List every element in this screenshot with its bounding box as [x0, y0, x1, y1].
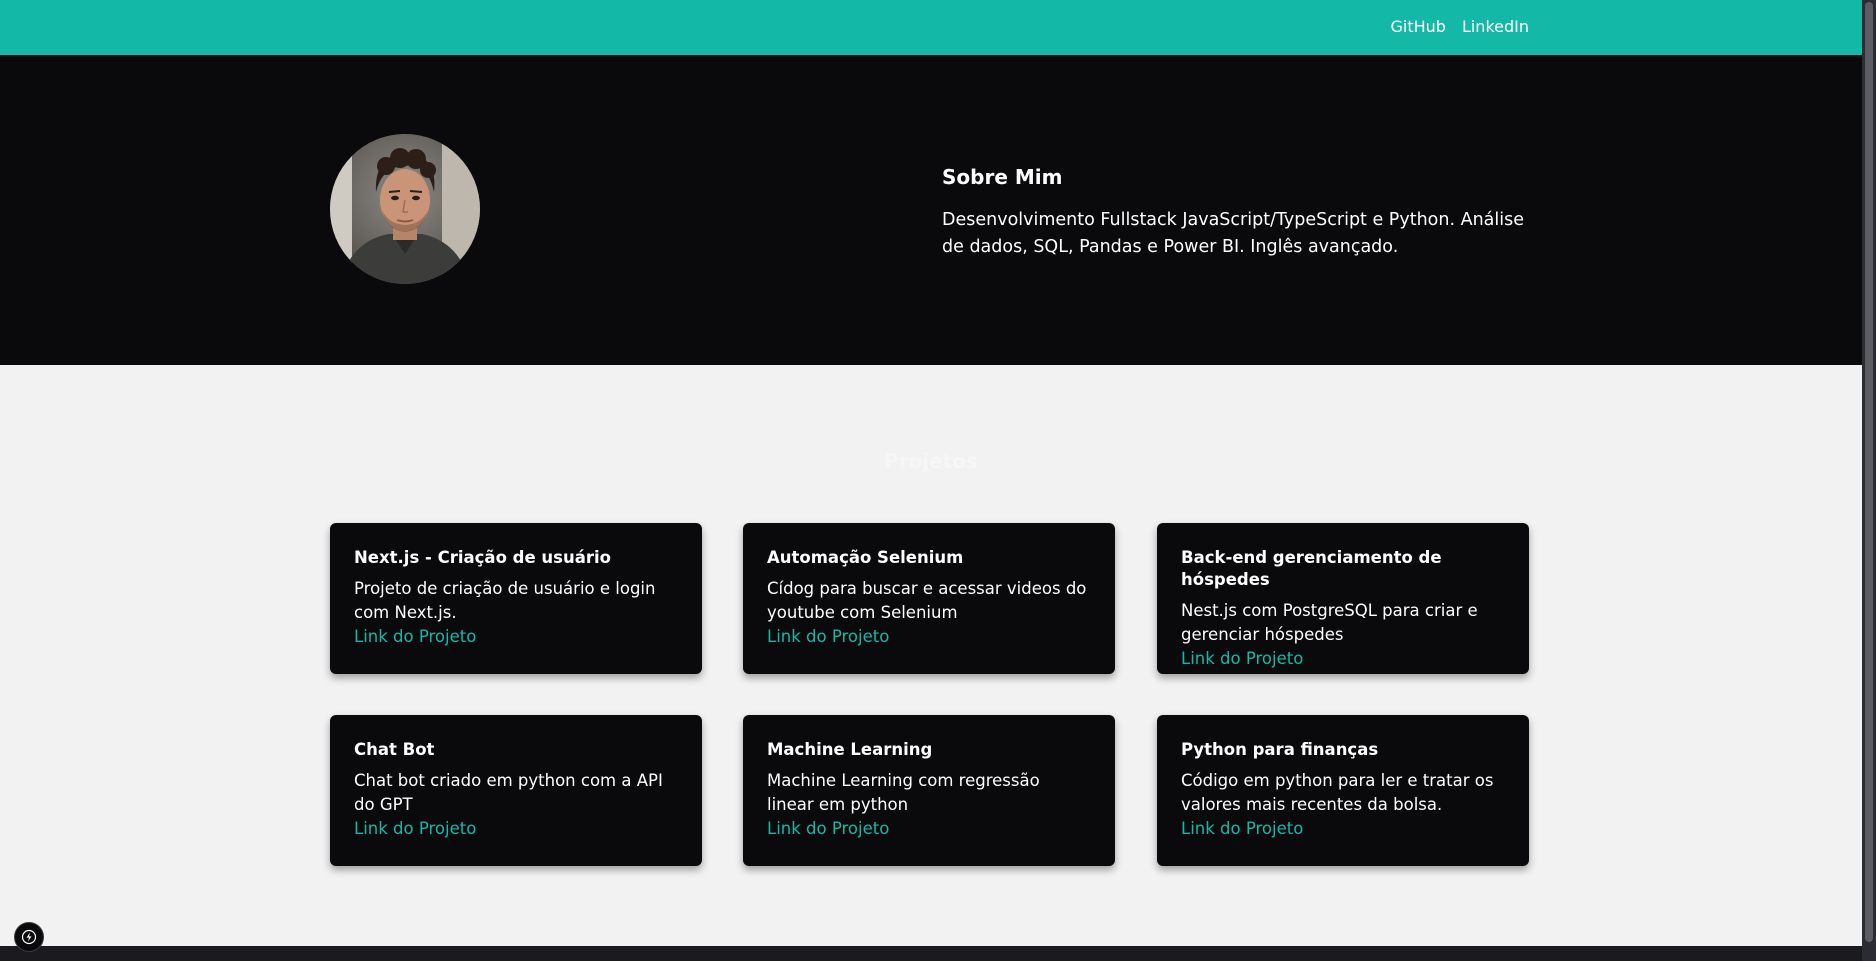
projects-title: Projetos — [884, 449, 978, 473]
footer — [0, 946, 1862, 961]
project-description: Chat bot criado em python com a API do G… — [354, 771, 663, 814]
avatar-photo — [330, 134, 480, 284]
top-navbar: GitHub LinkedIn — [0, 0, 1862, 55]
project-title: Back-end gerenciamento de hóspedes — [1181, 548, 1442, 589]
project-link[interactable]: Link do Projeto — [767, 817, 1091, 841]
project-title: Next.js - Criação de usuário — [354, 548, 611, 567]
project-card: Python para finanças Código em python pa… — [1157, 715, 1529, 866]
project-description: Nest.js com PostgreSQL para criar e gere… — [1181, 601, 1478, 644]
project-title: Chat Bot — [354, 740, 435, 759]
github-link[interactable]: GitHub — [1390, 16, 1445, 38]
project-link[interactable]: Link do Projeto — [767, 625, 1091, 649]
project-title: Automação Selenium — [767, 548, 964, 567]
about-block: Sobre Mim Desenvolvimento Fullstack Java… — [942, 163, 1532, 261]
lightning-bolt-icon — [21, 929, 37, 945]
project-card: Chat Bot Chat bot criado em python com a… — [330, 715, 702, 866]
projects-section: Projetos Next.js - Criação de usuário Pr… — [0, 365, 1862, 946]
project-card: Next.js - Criação de usuário Projeto de … — [330, 523, 702, 674]
project-description: Machine Learning com regressão linear em… — [767, 771, 1040, 814]
about-text: Desenvolvimento Fullstack JavaScript/Typ… — [942, 210, 1524, 257]
nav-links: GitHub LinkedIn — [1390, 16, 1529, 38]
project-link[interactable]: Link do Projeto — [354, 817, 678, 841]
linkedin-link[interactable]: LinkedIn — [1462, 16, 1529, 38]
project-description: Cídog para buscar e acessar videos do yo… — [767, 579, 1087, 622]
project-title: Machine Learning — [767, 740, 933, 759]
page-scrollbar[interactable] — [1862, 0, 1876, 961]
project-card: Automação Selenium Cídog para buscar e a… — [743, 523, 1115, 674]
about-title: Sobre Mim — [942, 165, 1063, 189]
about-section: Sobre Mim Desenvolvimento Fullstack Java… — [0, 55, 1862, 365]
scrollbar-thumb[interactable] — [1865, 2, 1873, 942]
project-card: Machine Learning Machine Learning com re… — [743, 715, 1115, 866]
project-link[interactable]: Link do Projeto — [1181, 817, 1505, 841]
project-description: Código em python para ler e tratar os va… — [1181, 771, 1494, 814]
dev-tools-badge[interactable] — [14, 922, 44, 952]
project-link[interactable]: Link do Projeto — [1181, 647, 1505, 671]
page: GitHub LinkedIn Sobre Mim Desenvolviment… — [0, 0, 1876, 961]
avatar — [330, 134, 480, 284]
project-title: Python para finanças — [1181, 740, 1379, 759]
project-description: Projeto de criação de usuário e login co… — [354, 579, 656, 622]
project-link[interactable]: Link do Projeto — [354, 625, 678, 649]
project-card: Back-end gerenciamento de hóspedes Nest.… — [1157, 523, 1529, 674]
